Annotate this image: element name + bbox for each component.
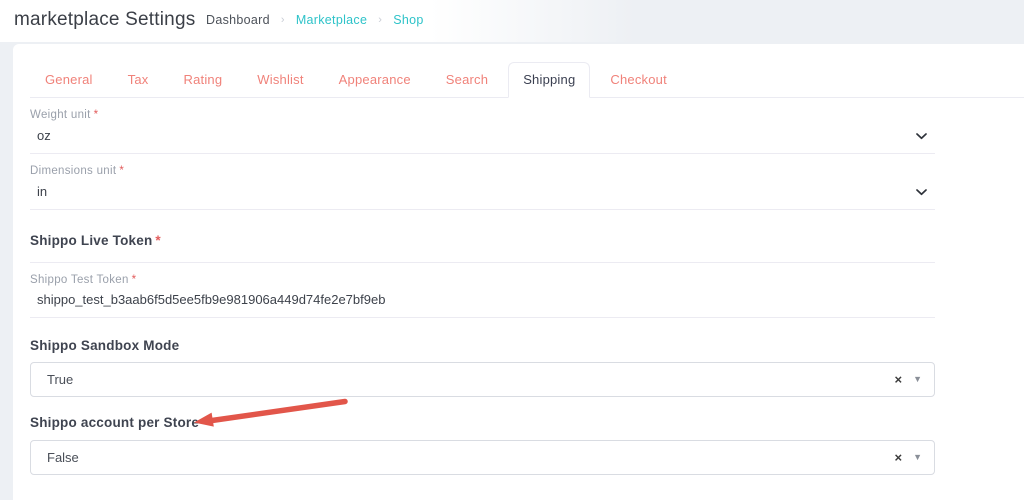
chevron-down-icon [916,189,927,196]
field-label-text: Weight unit [30,109,91,121]
field-label-text: Shippo Live Token [30,233,152,248]
clear-icon[interactable]: × [894,373,902,386]
breadcrumb-marketplace[interactable]: Marketplace [296,13,367,27]
shippo-sandbox-mode-value: True [47,372,894,387]
clear-icon[interactable]: × [894,451,902,464]
tab-appearance[interactable]: Appearance [324,62,426,98]
shippo-account-per-store-select[interactable]: False × ▼ [30,440,935,475]
tab-rating[interactable]: Rating [169,62,238,98]
shippo-sandbox-mode-select[interactable]: True × ▼ [30,362,935,397]
field-shippo-live-token: Shippo Live Token* [30,232,935,263]
breadcrumb-separator-icon: › [281,14,285,26]
required-asterisk: * [119,165,124,177]
caret-down-icon: ▼ [913,453,922,462]
tab-general[interactable]: General [30,62,108,98]
shippo-sandbox-mode-label: Shippo Sandbox Mode [30,337,935,354]
weight-unit-select[interactable]: oz [30,126,935,154]
dimensions-unit-label: Dimensions unit* [30,164,935,178]
settings-tabs: General Tax Rating Wishlist Appearance S… [30,62,1024,98]
shippo-live-token-input[interactable] [30,249,935,263]
weight-unit-value: oz [37,128,51,144]
field-shippo-test-token: Shippo Test Token* shippo_test_b3aab6f5d… [30,273,935,318]
shippo-account-per-store-label: Shippo account per Store [30,414,935,431]
breadcrumb-dashboard[interactable]: Dashboard [206,13,270,27]
shippo-account-per-store-value: False [47,450,894,465]
required-asterisk: * [132,274,137,286]
dimensions-unit-select[interactable]: in [30,182,935,210]
page-title: marketplace Settings [14,9,195,31]
breadcrumb-separator-icon: › [378,14,382,26]
shippo-test-token-value: shippo_test_b3aab6f5d5ee5fb9e981906a449d… [37,292,385,307]
field-dimensions-unit: Dimensions unit* in [30,164,935,210]
breadcrumb-shop: Shop [393,13,423,27]
settings-card: General Tax Rating Wishlist Appearance S… [13,44,1024,500]
field-label-text: Shippo Test Token [30,274,129,286]
tab-checkout[interactable]: Checkout [595,62,682,98]
field-weight-unit: Weight unit* oz [30,108,935,154]
breadcrumb: Dashboard › Marketplace › Shop [206,13,424,27]
caret-down-icon: ▼ [913,375,922,384]
field-label-text: Shippo account per Store [30,415,199,430]
shippo-test-token-input[interactable]: shippo_test_b3aab6f5d5ee5fb9e981906a449d… [30,291,935,318]
shipping-settings-form: Weight unit* oz Dimensions unit* in Ship… [30,108,935,475]
tab-shipping[interactable]: Shipping [508,62,590,98]
shippo-live-token-label: Shippo Live Token* [30,232,935,249]
field-shippo-account-per-store: Shippo account per Store False × ▼ [30,414,935,475]
field-shippo-sandbox-mode: Shippo Sandbox Mode True × ▼ [30,337,935,397]
required-asterisk: * [155,233,160,248]
page-header: marketplace Settings Dashboard › Marketp… [0,0,1024,42]
dimensions-unit-value: in [37,184,47,200]
tab-wishlist[interactable]: Wishlist [242,62,318,98]
weight-unit-label: Weight unit* [30,108,935,122]
shippo-test-token-label: Shippo Test Token* [30,273,935,287]
tab-tax[interactable]: Tax [113,62,164,98]
field-label-text: Shippo Sandbox Mode [30,338,179,353]
required-asterisk: * [94,109,99,121]
tab-search[interactable]: Search [431,62,503,98]
field-label-text: Dimensions unit [30,165,116,177]
chevron-down-icon [916,133,927,140]
